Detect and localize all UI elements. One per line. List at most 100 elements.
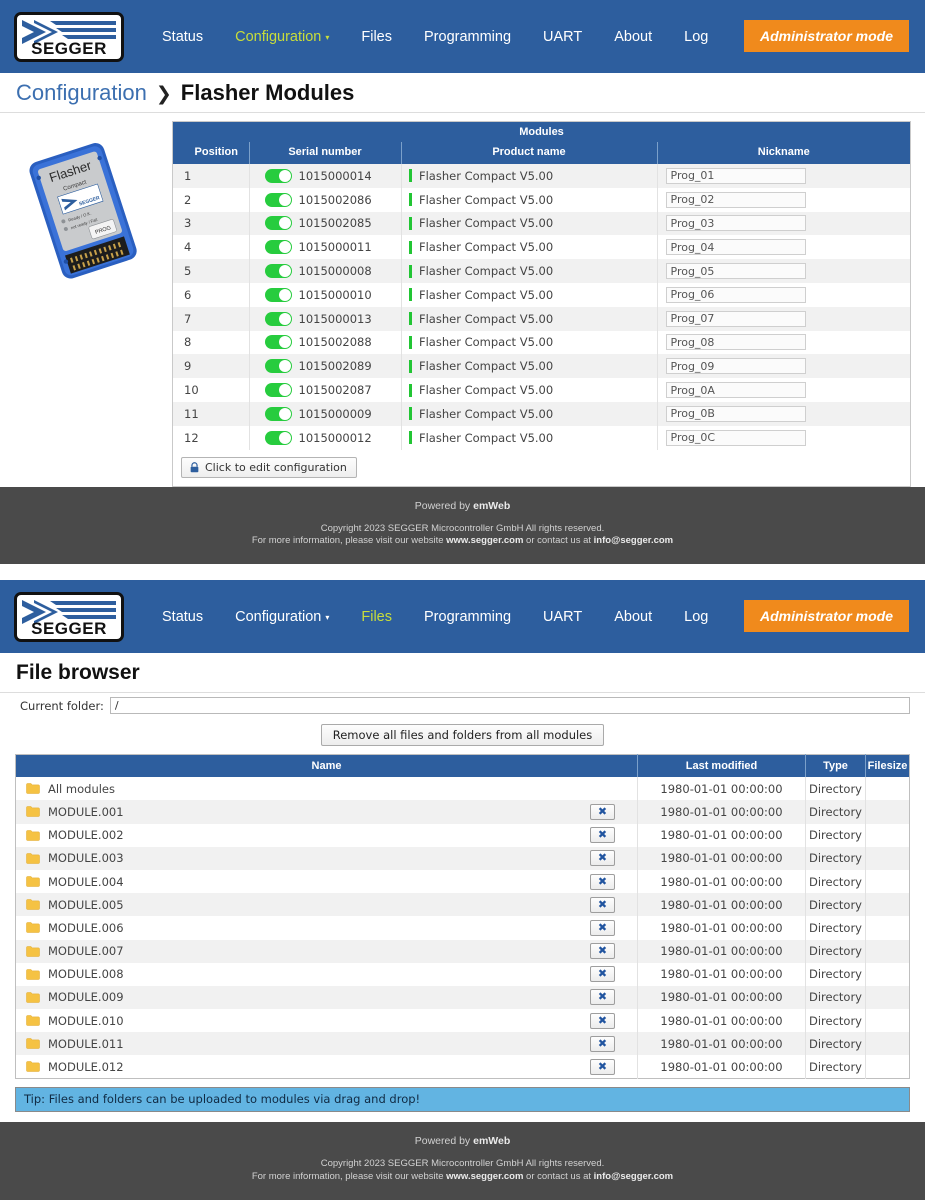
status-indicator-icon <box>408 169 412 183</box>
nav-item-about[interactable]: About <box>598 23 668 51</box>
segger-logo-text: SEGGER <box>31 618 107 638</box>
email-link[interactable]: info@segger.com <box>594 1171 673 1182</box>
cell-product-name: Flasher Compact V5.00 <box>419 335 554 350</box>
nickname-input[interactable] <box>665 263 806 280</box>
module-enable-toggle[interactable] <box>264 430 292 445</box>
module-enable-toggle[interactable] <box>264 359 292 374</box>
copyright-block: Copyright 2023 SEGGER Microcontroller Gm… <box>0 1158 925 1184</box>
cell-file-name[interactable]: MODULE.012 <box>48 1060 590 1074</box>
remove-folder-button[interactable]: ✖ <box>590 827 615 844</box>
module-enable-toggle[interactable] <box>264 240 292 255</box>
remove-folder-button[interactable]: ✖ <box>590 966 615 983</box>
cell-file-name[interactable]: MODULE.005 <box>48 898 590 912</box>
nav-label: Status <box>162 608 204 625</box>
administrator-mode-button[interactable]: Administrator mode <box>743 600 909 633</box>
contact-prefix: For more information, please visit our w… <box>251 1170 447 1182</box>
nav-item-configuration[interactable]: Configuration ▾ <box>219 603 345 631</box>
edit-configuration-button[interactable]: Click to edit configuration <box>181 456 357 478</box>
nickname-input[interactable] <box>665 239 806 256</box>
cell-type: Directory <box>805 777 866 801</box>
nickname-input[interactable] <box>665 215 806 232</box>
nickname-input[interactable] <box>665 286 806 303</box>
segger-logo[interactable]: SEGGER <box>14 591 124 642</box>
module-enable-toggle[interactable] <box>264 192 292 207</box>
cell-file-name[interactable]: MODULE.010 <box>48 1014 590 1028</box>
cell-file-name[interactable]: All modules <box>48 782 637 796</box>
cell-file-name[interactable]: MODULE.011 <box>48 1037 590 1051</box>
footer-files: Powered by emWeb Copyright 2023 SEGGER M… <box>0 1122 925 1200</box>
module-enable-toggle[interactable] <box>264 335 292 350</box>
remove-all-bar: Remove all files and folders from all mo… <box>0 718 925 755</box>
cell-file-name[interactable]: MODULE.004 <box>48 875 590 889</box>
remove-folder-button[interactable]: ✖ <box>590 989 615 1006</box>
serial-cell: 1015002086 <box>250 192 401 207</box>
cell-file-name[interactable]: MODULE.009 <box>48 990 590 1004</box>
nav-item-status[interactable]: Status <box>146 603 219 631</box>
module-enable-toggle[interactable] <box>264 406 292 421</box>
module-enable-toggle[interactable] <box>264 216 292 231</box>
nickname-input[interactable] <box>665 429 806 446</box>
cell-file-name[interactable]: MODULE.006 <box>48 921 590 935</box>
contact-mid: or contact us at <box>523 1170 594 1182</box>
current-folder-input[interactable] <box>109 697 910 715</box>
remove-folder-button[interactable]: ✖ <box>590 1035 615 1052</box>
module-enable-toggle[interactable] <box>264 287 292 302</box>
remove-folder-button[interactable]: ✖ <box>590 1058 615 1075</box>
cell-product-name: Flasher Compact V5.00 <box>419 168 554 183</box>
remove-folder-button[interactable]: ✖ <box>590 850 615 867</box>
segger-logo[interactable]: SEGGER <box>14 11 124 62</box>
nav-item-uart[interactable]: UART <box>527 603 598 631</box>
module-enable-toggle[interactable] <box>264 311 292 326</box>
nav-item-uart[interactable]: UART <box>527 23 598 51</box>
nav-item-programming[interactable]: Programming <box>408 603 527 631</box>
remove-folder-button[interactable]: ✖ <box>590 803 615 820</box>
administrator-mode-button[interactable]: Administrator mode <box>743 20 909 52</box>
nickname-input[interactable] <box>665 405 806 422</box>
nav-item-log[interactable]: Log <box>668 23 724 51</box>
nav-item-about[interactable]: About <box>598 603 668 631</box>
module-enable-toggle[interactable] <box>264 383 292 398</box>
contact-mid: or contact us at <box>523 535 594 547</box>
nav-label: Configuration <box>235 28 322 45</box>
cell-serial-number: 1015000014 <box>298 168 372 183</box>
cell-file-name[interactable]: MODULE.001 <box>48 805 590 819</box>
cell-file-name[interactable]: MODULE.003 <box>48 851 590 865</box>
cell-file-name[interactable]: MODULE.008 <box>48 967 590 981</box>
module-enable-toggle[interactable] <box>264 264 292 279</box>
table-row: 5 1015000008 Flasher Compact V5.00 <box>173 259 910 283</box>
nickname-input[interactable] <box>665 167 806 184</box>
nav-item-log[interactable]: Log <box>668 603 724 631</box>
cell-file-name[interactable]: MODULE.007 <box>48 944 590 958</box>
nickname-input[interactable] <box>665 382 806 399</box>
remove-folder-button[interactable]: ✖ <box>590 1012 615 1029</box>
website-link[interactable]: www.segger.com <box>446 535 523 546</box>
website-link[interactable]: www.segger.com <box>446 1171 523 1182</box>
segger-logo-text: SEGGER <box>31 38 107 58</box>
breadcrumb-parent-link[interactable]: Configuration <box>16 80 147 106</box>
nav-item-files[interactable]: Files <box>345 23 408 51</box>
email-link[interactable]: info@segger.com <box>594 535 673 546</box>
module-enable-toggle[interactable] <box>264 168 292 183</box>
nav-item-files[interactable]: Files <box>345 603 408 631</box>
current-folder-label: Current folder: <box>20 698 104 713</box>
remove-folder-button[interactable]: ✖ <box>590 873 615 890</box>
file-browser-table-wrap: Name Last modified Type Filesize All mod… <box>0 754 925 1080</box>
cell-filesize <box>865 777 910 801</box>
nav-item-configuration[interactable]: Configuration ▾ <box>219 23 345 51</box>
nickname-input[interactable] <box>665 334 806 351</box>
serial-cell: 1015000013 <box>250 311 401 326</box>
file-browser-title: File browser <box>0 653 925 694</box>
cell-filesize <box>865 893 910 917</box>
nav-item-programming[interactable]: Programming <box>408 23 527 51</box>
cell-file-name[interactable]: MODULE.002 <box>48 828 590 842</box>
name-cell: MODULE.007 ✖ <box>16 943 637 960</box>
nickname-input[interactable] <box>665 310 806 327</box>
remove-folder-button[interactable]: ✖ <box>590 896 615 913</box>
nav-item-status[interactable]: Status <box>146 23 219 51</box>
cell-serial-number: 1015002086 <box>298 192 372 207</box>
remove-folder-button[interactable]: ✖ <box>590 943 615 960</box>
remove-folder-button[interactable]: ✖ <box>590 919 615 936</box>
remove-all-files-button[interactable]: Remove all files and folders from all mo… <box>320 724 605 747</box>
nickname-input[interactable] <box>665 358 806 375</box>
nickname-input[interactable] <box>665 191 806 208</box>
